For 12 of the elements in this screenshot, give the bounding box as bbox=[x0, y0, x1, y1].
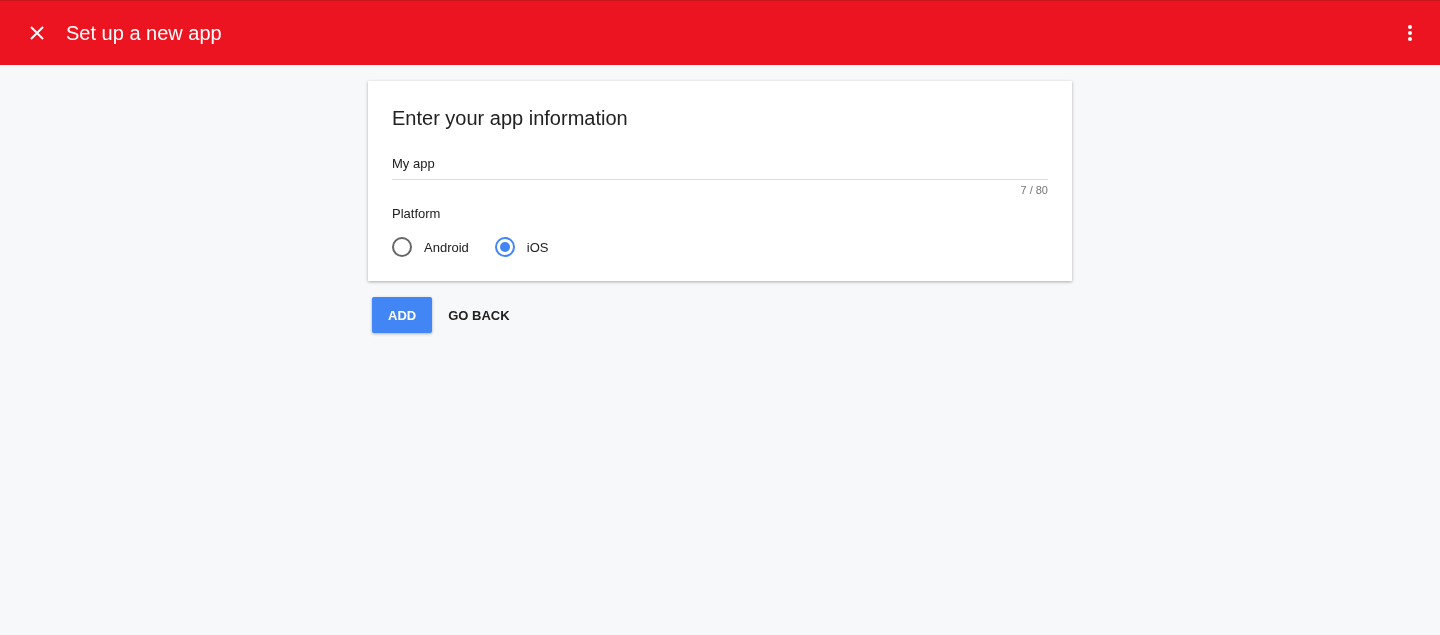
character-counter: 7 / 80 bbox=[1020, 184, 1048, 196]
more-vertical-icon bbox=[1408, 25, 1412, 41]
platform-label: Platform bbox=[392, 206, 442, 221]
close-icon bbox=[30, 26, 44, 40]
radio-button[interactable] bbox=[494, 237, 515, 257]
add-button[interactable]: ADD bbox=[372, 297, 433, 333]
radio-button[interactable] bbox=[392, 237, 412, 257]
card-title: Enter your app information bbox=[392, 107, 629, 130]
go-back-button[interactable]: GO BACK bbox=[440, 297, 518, 333]
radio-label: iOS bbox=[526, 239, 549, 255]
page-title: Set up a new app bbox=[66, 21, 222, 45]
radio-label: Android bbox=[424, 239, 469, 255]
